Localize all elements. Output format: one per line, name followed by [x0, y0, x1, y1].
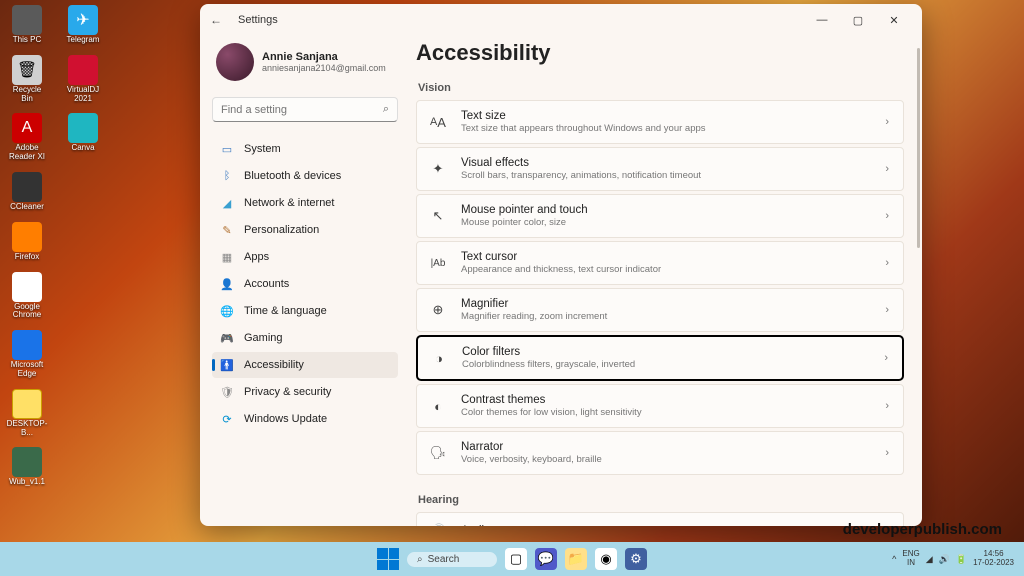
accessibility-icon: 🚹: [220, 358, 234, 372]
desktop-icon-chrome[interactable]: Google Chrome: [8, 272, 46, 321]
update-icon: ⟳: [220, 412, 234, 426]
battery-tray-icon[interactable]: 🔋: [956, 554, 967, 565]
card-magnifier[interactable]: ⊕ MagnifierMagnifier reading, zoom incre…: [416, 288, 904, 332]
desktop-icon-this-pc[interactable]: This PC: [8, 5, 46, 45]
nav-gaming[interactable]: 🎮Gaming: [212, 325, 398, 351]
chevron-right-icon: ›: [885, 304, 889, 316]
tray-chevron-icon[interactable]: ^: [892, 554, 896, 564]
desktop-icon-edge[interactable]: Microsoft Edge: [8, 330, 46, 379]
nav-windows-update[interactable]: ⟳Windows Update: [212, 406, 398, 432]
color-filter-icon: ◑: [430, 349, 448, 367]
chevron-right-icon: ›: [885, 163, 889, 175]
wifi-tray-icon[interactable]: ◢: [926, 554, 933, 565]
clock[interactable]: 14:5617-02-2023: [973, 550, 1014, 568]
nav-accessibility[interactable]: 🚹Accessibility: [212, 352, 398, 378]
system-tray: ^ ENGIN ◢ 🔊 🔋 14:5617-02-2023: [892, 550, 1014, 568]
card-mouse-pointer[interactable]: ↖ Mouse pointer and touchMouse pointer c…: [416, 194, 904, 238]
minimize-button[interactable]: —: [804, 6, 840, 34]
magnifier-icon: ⊕: [429, 301, 447, 319]
card-visual-effects[interactable]: ✦ Visual effectsScroll bars, transparenc…: [416, 147, 904, 191]
desktop-icon-canva[interactable]: Canva: [64, 113, 102, 162]
volume-tray-icon[interactable]: 🔊: [939, 554, 950, 565]
wifi-icon: ◢: [220, 196, 234, 210]
chevron-right-icon: ›: [885, 210, 889, 222]
narrator-icon: 🗣: [429, 444, 447, 462]
text-cursor-icon: |Ab: [429, 254, 447, 272]
settings-window: ← Settings — ▢ ✕ Annie Sanjana anniesanj…: [200, 4, 922, 526]
avatar: [216, 43, 254, 81]
nav-time-language[interactable]: 🌐Time & language: [212, 298, 398, 324]
nav-system[interactable]: ▭System: [212, 136, 398, 162]
desktop-icon-telegram[interactable]: ✈Telegram: [64, 5, 102, 45]
maximize-button[interactable]: ▢: [840, 6, 876, 34]
pointer-icon: ↖: [429, 207, 447, 225]
desktop-icon-ccleaner[interactable]: CCleaner: [8, 172, 46, 212]
watermark: developerpublish.com: [843, 521, 1002, 538]
window-title: Settings: [238, 14, 278, 26]
chevron-right-icon: ›: [884, 352, 888, 364]
page-title: Accessibility: [416, 36, 904, 82]
brush-icon: ✎: [220, 223, 234, 237]
section-hearing: Hearing: [416, 494, 904, 512]
search-input[interactable]: [221, 104, 383, 116]
section-vision: Vision: [416, 82, 904, 100]
close-button[interactable]: ✕: [876, 6, 912, 34]
nav-network-internet[interactable]: ◢Network & internet: [212, 190, 398, 216]
chevron-right-icon: ›: [885, 257, 889, 269]
card-text-size[interactable]: AA Text sizeText size that appears throu…: [416, 100, 904, 144]
settings-taskbar-icon[interactable]: ⚙: [625, 548, 647, 570]
profile-name: Annie Sanjana: [262, 51, 386, 63]
sidebar: Annie Sanjana anniesanjana2104@gmail.com…: [200, 36, 410, 526]
card-color-filters[interactable]: ◑ Color filtersColorblindness filters, g…: [416, 335, 904, 381]
text-size-icon: AA: [429, 113, 447, 131]
gamepad-icon: 🎮: [220, 331, 234, 345]
desktop-icon-desktop-shortcut[interactable]: DESKTOP-B...: [8, 389, 46, 438]
search-box[interactable]: ⌕: [212, 97, 398, 122]
chrome-taskbar-icon[interactable]: ◉: [595, 548, 617, 570]
desktop-icon-wub[interactable]: Wub_v1.1: [8, 447, 46, 487]
chevron-right-icon: ›: [885, 447, 889, 459]
back-button[interactable]: ←: [210, 13, 228, 27]
language-indicator[interactable]: ENGIN: [902, 550, 919, 568]
taskbar: ⌕Search ▢ 💬 📁 ◉ ⚙ ^ ENGIN ◢ 🔊 🔋 14:5617-…: [0, 542, 1024, 576]
card-narrator[interactable]: 🗣 NarratorVoice, verbosity, keyboard, br…: [416, 431, 904, 475]
explorer-icon[interactable]: 📁: [565, 548, 587, 570]
nav-privacy-security[interactable]: 🛡Privacy & security: [212, 379, 398, 405]
taskbar-search[interactable]: ⌕Search: [407, 552, 497, 567]
nav-apps[interactable]: ▦Apps: [212, 244, 398, 270]
profile[interactable]: Annie Sanjana anniesanjana2104@gmail.com: [212, 40, 398, 91]
bluetooth-icon: ᛒ: [220, 169, 234, 183]
card-contrast-themes[interactable]: ◐ Contrast themesColor themes for low vi…: [416, 384, 904, 428]
desktop-icon-adobe-reader[interactable]: AAdobe Reader XI: [8, 113, 46, 162]
nav: ▭System ᛒBluetooth & devices ◢Network & …: [212, 136, 398, 432]
sparkle-icon: ✦: [429, 160, 447, 178]
titlebar: ← Settings — ▢ ✕: [200, 4, 922, 36]
search-icon: ⌕: [383, 103, 389, 116]
start-button[interactable]: [377, 548, 399, 570]
card-audio[interactable]: 🔊 Audio ›: [416, 512, 904, 526]
desktop-icon-firefox[interactable]: Firefox: [8, 222, 46, 262]
chevron-right-icon: ›: [885, 116, 889, 128]
main-content: Accessibility Vision AA Text sizeText si…: [410, 36, 922, 526]
nav-accounts[interactable]: 👤Accounts: [212, 271, 398, 297]
profile-email: anniesanjana2104@gmail.com: [262, 63, 386, 73]
globe-icon: 🌐: [220, 304, 234, 318]
search-icon: ⌕: [417, 554, 423, 565]
scrollbar[interactable]: [917, 48, 920, 248]
grid-icon: ▦: [220, 250, 234, 264]
desktop-icon-virtualdj[interactable]: VirtualDJ 2021: [64, 55, 102, 104]
nav-bluetooth-devices[interactable]: ᛒBluetooth & devices: [212, 163, 398, 189]
taskview-icon[interactable]: ▢: [505, 548, 527, 570]
desktop-icon-recycle-bin[interactable]: 🗑Recycle Bin: [8, 55, 46, 104]
desktop: This PC ✈Telegram 🗑Recycle Bin VirtualDJ…: [8, 5, 102, 487]
audio-icon: 🔊: [429, 522, 447, 526]
card-text-cursor[interactable]: |Ab Text cursorAppearance and thickness,…: [416, 241, 904, 285]
chat-icon[interactable]: 💬: [535, 548, 557, 570]
shield-icon: 🛡: [220, 385, 234, 399]
chevron-right-icon: ›: [885, 400, 889, 412]
contrast-icon: ◐: [429, 397, 447, 415]
nav-personalization[interactable]: ✎Personalization: [212, 217, 398, 243]
person-icon: 👤: [220, 277, 234, 291]
system-icon: ▭: [220, 142, 234, 156]
